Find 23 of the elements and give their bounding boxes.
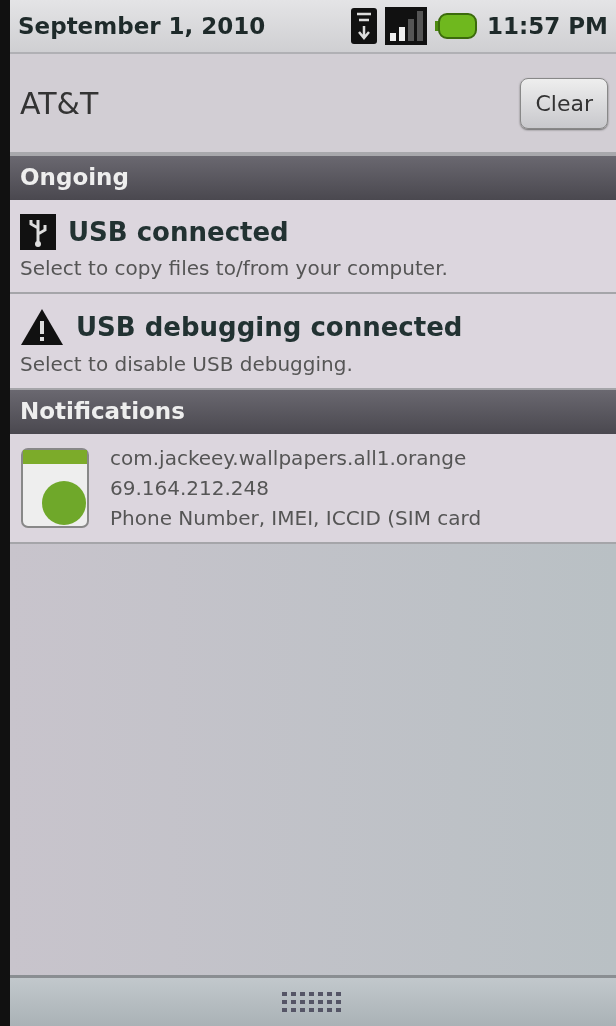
notification-text: Phone Number, IMEI, ICCID (SIM card (110, 506, 482, 530)
carrier-name: AT&T (20, 85, 99, 121)
section-header: Ongoing (10, 156, 616, 200)
notification-text: Select to disable USB debugging. (20, 352, 354, 376)
status-time: 11:57 PM (487, 13, 608, 39)
notification-item[interactable]: com.jackeey.wallpapers.all1.orange 69.164.212.248 Phone Number, IMEI, ICCID (SIM card (10, 434, 616, 544)
clear-button[interactable]: Clear (520, 77, 608, 129)
notification-text: Select to copy files to/from your computer. (20, 256, 449, 280)
notification-text: com.jackeey.wallpapers.all1.orange (110, 446, 468, 470)
warning-icon (20, 308, 64, 346)
drag-handle[interactable] (10, 975, 616, 1026)
data-transfer-icon (351, 8, 378, 44)
notification-item[interactable]: USB connected Select to copy files to/from your computer. (10, 200, 616, 294)
battery-icon (435, 13, 478, 39)
status-date: September 1, 2010 (18, 13, 267, 39)
usb-icon (20, 214, 56, 250)
signal-icon (385, 7, 428, 45)
notification-title: USB debugging connected (76, 312, 463, 342)
notification-title: USB connected (68, 217, 289, 247)
app-icon (20, 447, 90, 529)
notification-item[interactable]: USB debugging connected Select to disable USB debugging. (10, 294, 616, 390)
section-header: Notifications (10, 390, 616, 434)
notification-text: 69.164.212.248 (110, 476, 271, 500)
